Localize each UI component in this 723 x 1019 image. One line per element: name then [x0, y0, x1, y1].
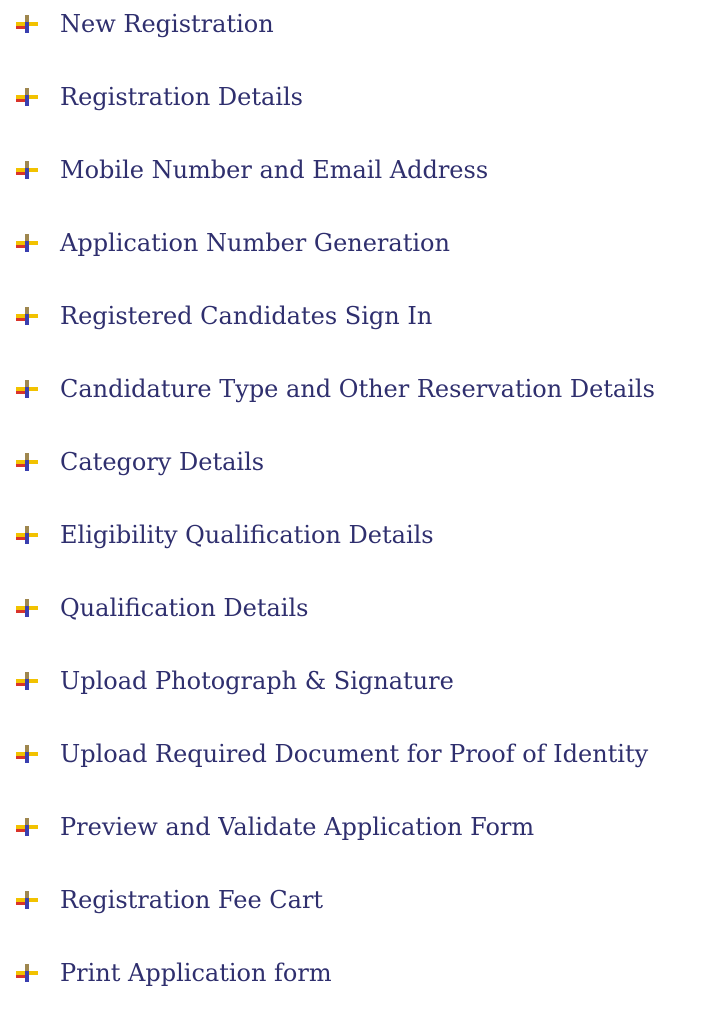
pushpin-plus-bullet-icon: [16, 672, 38, 690]
pushpin-plus-bullet-icon: [16, 745, 38, 763]
step-label: Candidature Type and Other Reservation D…: [60, 375, 655, 403]
step-label: New Registration: [60, 10, 274, 38]
step-label: Application Number Generation: [60, 229, 450, 257]
pushpin-plus-bullet-icon: [16, 453, 38, 471]
pushpin-plus-bullet-icon: [16, 15, 38, 33]
step-label: Registration Details: [60, 83, 303, 111]
pushpin-plus-bullet-icon: [16, 891, 38, 909]
step-label: Print Application form: [60, 959, 332, 987]
step-label: Upload Photograph & Signature: [60, 667, 454, 695]
pushpin-plus-bullet-icon: [16, 234, 38, 252]
pushpin-plus-bullet-icon: [16, 161, 38, 179]
step-label: Category Details: [60, 448, 265, 476]
pushpin-plus-bullet-icon: [16, 380, 38, 398]
pushpin-plus-bullet-icon: [16, 964, 38, 982]
step-label: Mobile Number and Email Address: [60, 156, 489, 184]
step-label: Registered Candidates Sign In: [60, 302, 433, 330]
pushpin-plus-bullet-icon: [16, 526, 38, 544]
pushpin-plus-bullet-icon: [16, 307, 38, 325]
step-label: Eligibility Qualification Details: [60, 521, 434, 549]
step-label: Qualification Details: [60, 594, 309, 622]
pushpin-plus-bullet-icon: [16, 818, 38, 836]
step-label: Preview and Validate Application Form: [60, 813, 535, 841]
pushpin-plus-bullet-icon: [16, 599, 38, 617]
pushpin-plus-bullet-icon: [16, 88, 38, 106]
step-label: Registration Fee Cart: [60, 886, 324, 914]
step-label: Upload Required Document for Proof of Id…: [60, 740, 649, 768]
